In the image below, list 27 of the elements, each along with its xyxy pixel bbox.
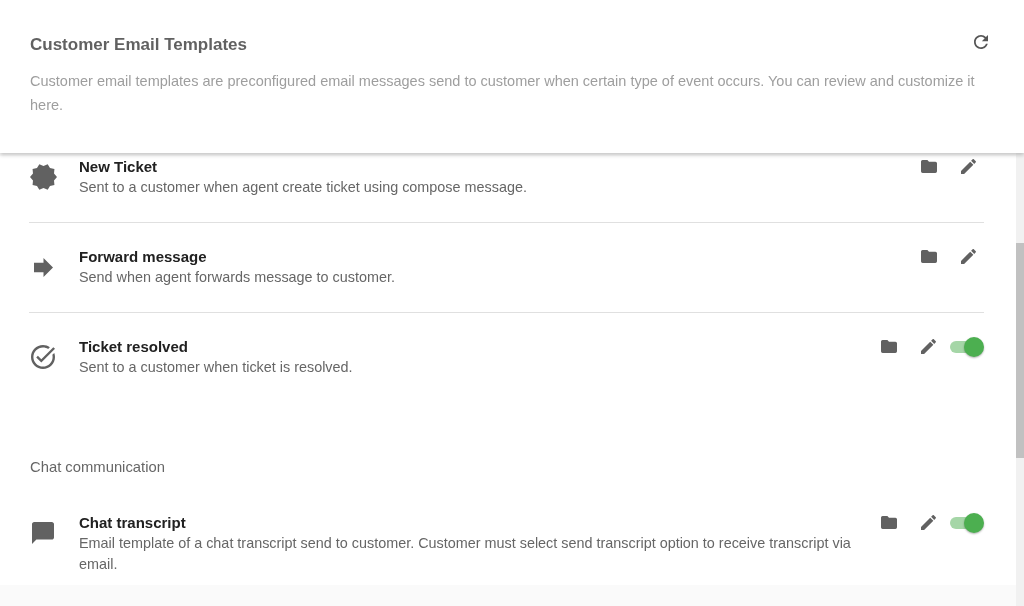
refresh-icon — [974, 35, 988, 49]
template-description: Sent to a customer when ticket is resolved. — [79, 358, 354, 377]
folder-icon — [921, 250, 937, 263]
toggle-switch[interactable] — [950, 336, 984, 357]
page-description: Customer email templates are preconfigured email messages send to customer when certain type of event occurs. You can review and customize it here. — [30, 72, 976, 115]
toggle-switch[interactable] — [950, 512, 984, 533]
template-name: Forward message — [79, 247, 208, 267]
scrollbar-thumb[interactable] — [1016, 243, 1024, 458]
template-name: Chat transcript — [79, 513, 187, 533]
folder-icon — [881, 340, 897, 353]
pencil-icon — [960, 249, 976, 264]
template-description: Sent to a customer when agent create ticket using compose message. — [79, 178, 528, 197]
pencil-icon — [920, 515, 936, 530]
template-name: New Ticket — [79, 157, 159, 177]
folder-icon — [881, 516, 897, 529]
refresh-button[interactable] — [974, 35, 988, 49]
template-name: Ticket resolved — [79, 337, 189, 357]
template-description: Send when agent forwards message to customer. — [79, 268, 396, 287]
template-description: Email template of a chat transcript send to customer. Customer must select send transcript option to receive transcript via email. — [79, 534, 852, 574]
chat-bubble-icon — [32, 522, 54, 544]
pencil-icon — [920, 339, 936, 354]
starburst-icon — [29, 164, 57, 190]
pencil-icon — [960, 159, 976, 174]
section-heading: Chat communication — [30, 458, 166, 477]
folder-icon — [921, 160, 937, 173]
page-title: Customer Email Templates — [30, 35, 247, 55]
arrow-icon — [33, 257, 53, 277]
